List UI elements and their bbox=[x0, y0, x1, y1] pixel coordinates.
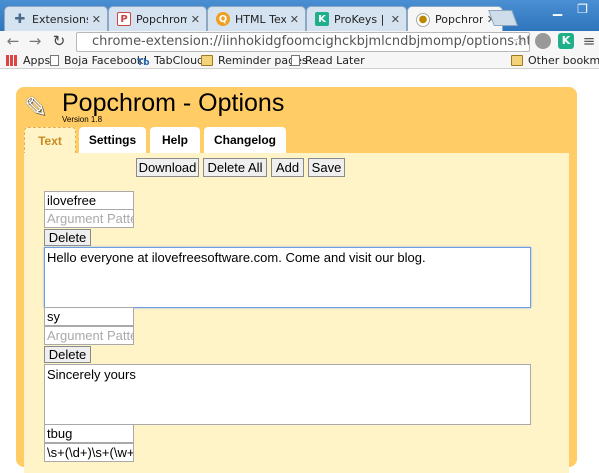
tab-title: HTML Text Bo bbox=[235, 12, 286, 26]
close-icon[interactable]: ✕ bbox=[290, 13, 299, 26]
browser-tab-html-text-box[interactable]: Q HTML Text Bo ✕ bbox=[207, 6, 306, 31]
prokeys-extension-icon[interactable]: K bbox=[558, 33, 574, 49]
extension-gray-icon[interactable] bbox=[535, 33, 551, 49]
save-button[interactable]: Save bbox=[308, 158, 345, 177]
close-icon[interactable]: ✕ bbox=[191, 13, 200, 26]
abbreviation-input[interactable]: sy bbox=[44, 307, 134, 326]
argument-pattern-input[interactable]: Argument Pattern bbox=[44, 209, 134, 228]
tab-title: ProKeys | Opt bbox=[334, 12, 387, 26]
expansion-textarea[interactable]: Sincerely yours bbox=[44, 364, 531, 425]
abbreviation-input[interactable]: tbug bbox=[44, 424, 134, 443]
browser-toolbar: ← → ↻ chrome-extension://iinhokidgfoomci… bbox=[0, 31, 599, 52]
bookmark-tabcloud[interactable]: Tb TabCloud bbox=[137, 52, 204, 69]
back-arrow-icon[interactable]: ← bbox=[4, 31, 22, 52]
bookmark-read-later[interactable]: Read Later bbox=[291, 52, 365, 69]
delete-button[interactable]: Delete bbox=[44, 346, 91, 363]
apps-grid-icon bbox=[6, 55, 18, 66]
tab-settings[interactable]: Settings bbox=[79, 127, 146, 154]
folder-icon bbox=[511, 55, 523, 66]
page-icon bbox=[50, 55, 59, 66]
minimize-icon[interactable]: ▁ bbox=[545, 0, 570, 20]
page-title: Popchrom - Options bbox=[62, 89, 285, 117]
forward-arrow-icon[interactable]: → bbox=[26, 31, 44, 52]
delete-button[interactable]: Delete bbox=[44, 229, 91, 246]
folder-icon bbox=[201, 55, 213, 66]
abbreviation-input[interactable]: ilovefree bbox=[44, 191, 134, 210]
url-text: chrome-extension://iinhokidgfoomcighckbj… bbox=[92, 34, 530, 49]
add-button[interactable]: Add bbox=[271, 158, 304, 177]
argument-pattern-input[interactable]: Argument Pattern bbox=[44, 326, 134, 345]
browser-tab-strip: ✚ Extensions ✕ P Popchrom - Ch ✕ Q HTML … bbox=[0, 0, 599, 32]
new-tab-button[interactable] bbox=[488, 10, 518, 26]
close-icon[interactable]: ✕ bbox=[92, 13, 101, 26]
address-bar[interactable]: chrome-extension://iinhokidgfoomcighckbj… bbox=[76, 32, 530, 52]
bookmark-label: TabCloud bbox=[154, 54, 205, 67]
argument-pattern-input[interactable]: \s+(\d+)\s+(\w+) bbox=[44, 443, 134, 462]
bookmark-label: Read Later bbox=[305, 54, 365, 67]
download-button[interactable]: Download bbox=[136, 158, 199, 177]
popchrom-favicon: P bbox=[117, 12, 131, 26]
puzzle-icon: ✚ bbox=[14, 11, 26, 27]
tab-title: Popchrom - Ch bbox=[136, 12, 187, 26]
page-icon bbox=[291, 55, 300, 66]
browser-tab-popchrom-chrome[interactable]: P Popchrom - Ch ✕ bbox=[108, 6, 207, 31]
bookmark-apps[interactable]: Apps bbox=[6, 52, 50, 69]
popchrom-logo-icon: ✎ bbox=[24, 91, 48, 124]
tab-text[interactable]: Text bbox=[24, 127, 76, 154]
expansion-textarea[interactable]: Hello everyone at ilovefreesoftware.com.… bbox=[44, 247, 531, 308]
popchrom-options-favicon: ● bbox=[416, 12, 430, 27]
tab-title: Popchrom - Op bbox=[435, 13, 483, 26]
options-panel: ✎ Popchrom - Options Version 1.8 Text Se… bbox=[16, 87, 577, 473]
page-viewport: ✎ Popchrom - Options Version 1.8 Text Se… bbox=[0, 70, 599, 473]
browser-tab-extensions[interactable]: ✚ Extensions ✕ bbox=[4, 6, 108, 31]
close-icon[interactable]: ✕ bbox=[391, 13, 400, 26]
reload-icon[interactable]: ↻ bbox=[50, 31, 68, 52]
bookmark-label: Boja Facebook! bbox=[64, 54, 148, 67]
bookmarks-bar: Apps Boja Facebook! Tb TabCloud Reminder… bbox=[0, 52, 599, 69]
tab-help[interactable]: Help bbox=[150, 127, 200, 154]
tab-title: Extensions bbox=[32, 12, 88, 26]
bookmark-boja-facebook[interactable]: Boja Facebook! bbox=[50, 52, 148, 69]
version-label: Version 1.8 bbox=[62, 115, 103, 124]
bookmark-other-bookmarks[interactable]: Other bookmarks bbox=[511, 52, 599, 69]
prokeys-favicon: K bbox=[315, 12, 329, 26]
bookmark-label: Apps bbox=[23, 54, 51, 67]
browser-tab-prokeys[interactable]: K ProKeys | Opt ✕ bbox=[306, 6, 407, 31]
text-tab-content: Download Delete All Add Save ilovefree A… bbox=[24, 153, 569, 473]
menu-icon[interactable]: ≡ bbox=[580, 31, 598, 52]
html-favicon: Q bbox=[216, 12, 230, 26]
bookmark-star-icon[interactable]: ☆ bbox=[512, 33, 525, 51]
bookmark-label: Other bookmarks bbox=[528, 54, 599, 67]
tab-changelog[interactable]: Changelog bbox=[204, 127, 286, 154]
delete-all-button[interactable]: Delete All bbox=[203, 158, 267, 177]
tabcloud-icon: Tb bbox=[137, 58, 150, 68]
maximize-icon[interactable]: ❐ bbox=[570, 0, 595, 20]
